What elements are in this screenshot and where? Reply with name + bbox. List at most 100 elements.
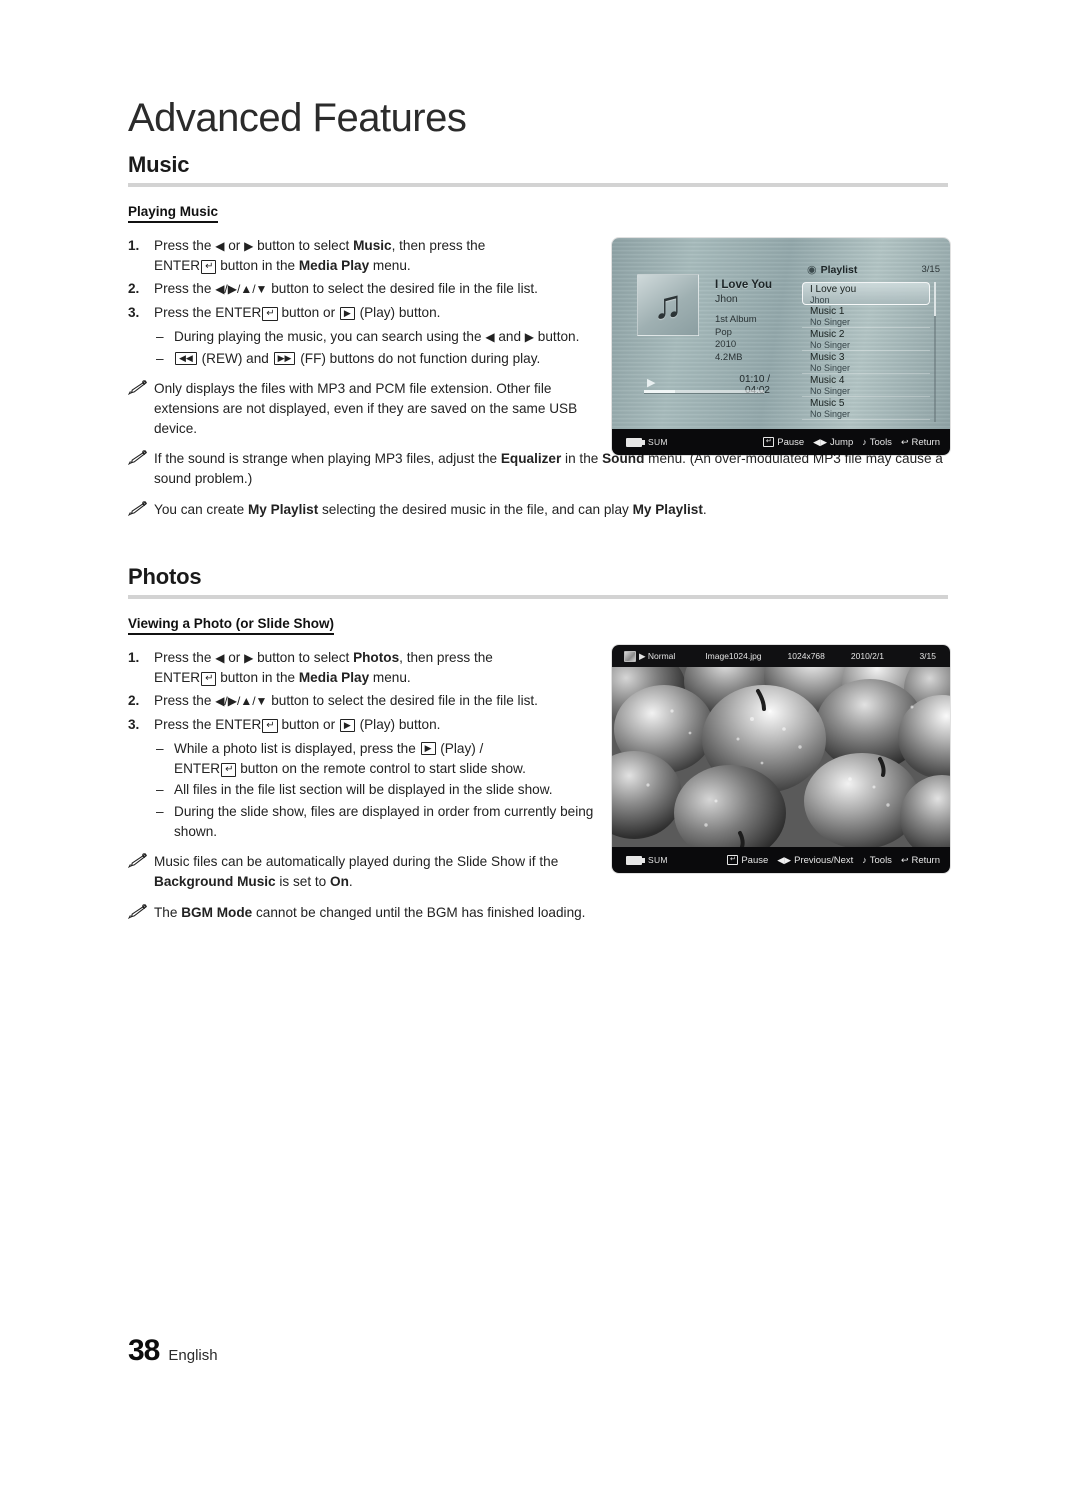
page-language: English	[168, 1347, 218, 1364]
playlist-header: ◉ Playlist 3/15	[807, 263, 942, 277]
list-item[interactable]: I Love you Jhon	[802, 282, 930, 305]
action-label: Return	[911, 854, 940, 866]
music-instructions: 1. Press the ◀ or ▶ button to select Mus…	[128, 236, 598, 438]
music-content: ♫ I Love You Jhon 1st Album Pop 2010 4.2…	[612, 238, 950, 429]
return-action[interactable]: ↩ Return	[901, 437, 940, 448]
track-album: 1st Album	[715, 314, 757, 325]
return-arrow-icon: ↩	[900, 436, 909, 447]
playlist-item-name: Music 3	[810, 352, 845, 363]
note-text: Music files can be automatically played …	[154, 854, 559, 890]
previous-next-action[interactable]: ◀▶ Previous/Next	[777, 855, 853, 866]
action-label: Tools	[869, 854, 892, 866]
pencil-icon	[128, 449, 154, 488]
list-text: During the slide show, files are display…	[174, 803, 594, 839]
dash-marker: –	[156, 328, 164, 344]
dash-marker: –	[156, 782, 164, 798]
list-item: – ◀◀ (REW) and ▶▶ (FF) buttons do not fu…	[156, 349, 598, 369]
note-item: The BGM Mode cannot be changed until the…	[128, 903, 598, 923]
album-art: ♫	[637, 274, 699, 336]
apples-graphic	[612, 667, 950, 847]
action-label: Pause	[741, 854, 769, 866]
photo-viewer-screenshot: ▶ Normal Image1024.jpg 1024x768 2010/2/1…	[612, 645, 950, 873]
enter-key-icon: ↵	[763, 437, 775, 447]
page-title: Advanced Features	[128, 96, 467, 140]
note-text: Only displays the files with MP3 and PCM…	[154, 381, 578, 436]
list-item[interactable]: Music 5 No Singer	[802, 397, 930, 420]
track-year: 2010	[715, 339, 737, 350]
pause-action[interactable]: ↵ Pause	[763, 437, 804, 448]
dash-marker: –	[156, 350, 164, 366]
left-arrow-icon: ◀	[485, 329, 495, 344]
action-label: Pause	[777, 436, 805, 448]
slideshow-mode[interactable]: ▶ Normal	[624, 650, 676, 662]
pause-action[interactable]: ↵ Pause	[727, 855, 768, 866]
photo-top-bar: ▶ Normal Image1024.jpg 1024x768 2010/2/1…	[612, 645, 950, 667]
list-item[interactable]: Music 4 No Singer	[802, 374, 930, 397]
progress-baseline	[644, 393, 764, 394]
playlist-item-singer: No Singer	[810, 386, 851, 396]
note-item: Music files can be automatically played …	[128, 852, 598, 891]
list-number: 2.	[128, 281, 140, 297]
list-item: 3. Press the ENTER ↵ button or ▶ (Play) b…	[128, 715, 598, 735]
note-item: If the sound is strange when playing MP3…	[128, 449, 948, 488]
return-action[interactable]: ↩ Return	[901, 855, 940, 866]
dpad-arrows-icon: ◀/▶/▲/▼	[215, 694, 268, 709]
list-text: Press the ◀/▶/▲/▼ button to select the d…	[154, 693, 538, 709]
slideshow-icon	[624, 650, 636, 662]
left-arrow-icon: ◀	[215, 239, 225, 253]
left-right-arrow-icon: ◀▶	[777, 854, 792, 865]
music-note-icon: ♫	[653, 283, 683, 327]
photo-date: 2010/2/1	[850, 651, 884, 661]
list-item: 3. Press the ENTER ↵ button or ▶ (Play) b…	[128, 303, 598, 323]
action-label: Jump	[830, 436, 854, 448]
list-text: Press the ◀ or ▶ button to select Music,…	[154, 238, 486, 274]
playlist-item-singer: No Singer	[810, 409, 851, 419]
tools-action[interactable]: ♪ Tools	[862, 437, 892, 448]
playlist-item-name: Music 4	[810, 375, 845, 386]
note-text: The BGM Mode cannot be changed until the…	[154, 904, 586, 920]
track-genre: Pop	[715, 326, 732, 338]
playlist-item-singer: No Singer	[810, 340, 851, 350]
action-label: Return	[911, 436, 940, 448]
action-label: Previous/Next	[794, 854, 854, 866]
photo-info-fields: Image1024.jpg 1024x768 2010/2/1	[705, 651, 884, 661]
usb-device-icon	[626, 437, 645, 447]
usb-device-icon	[626, 855, 645, 865]
list-item[interactable]: Music 1 No Singer	[802, 305, 930, 328]
list-item: – During the slide show, files are displ…	[156, 802, 598, 841]
track-title: I Love You	[715, 279, 773, 291]
list-item: 1. Press the ◀ or ▶ button to select Mus…	[128, 236, 598, 275]
playlist-item-name: Music 5	[810, 398, 845, 409]
playlist-scrollbar[interactable]	[934, 282, 936, 422]
source-label: SUM	[648, 437, 668, 447]
playlist-item-name: Music 2	[810, 329, 845, 340]
enter-key-icon: ↵	[262, 307, 278, 322]
list-number: 3.	[128, 717, 140, 733]
tools-icon: ♪	[862, 855, 867, 865]
music-wide-notes: If the sound is strange when playing MP3…	[128, 449, 948, 519]
list-item: 2. Press the ◀/▶/▲/▼ button to select th…	[128, 691, 598, 711]
right-arrow-icon: ▶	[524, 329, 535, 344]
fastforward-key-icon: ▶▶	[273, 352, 296, 366]
page-footer: 38 English	[128, 1334, 218, 1368]
list-item: – During playing the music, you can sear…	[156, 327, 598, 347]
list-number: 1.	[128, 238, 140, 253]
mode-label: ▶ Normal	[639, 650, 676, 661]
tools-action[interactable]: ♪ Tools	[862, 855, 892, 866]
list-item[interactable]: Music 2 No Singer	[802, 328, 930, 351]
list-item[interactable]: Music 3 No Singer	[802, 351, 930, 374]
photo-filename: Image1024.jpg	[705, 651, 762, 661]
list-number: 1.	[128, 650, 140, 665]
list-item: – All files in the file list section wil…	[156, 780, 598, 800]
subheading-playing-music: Playing Music	[128, 204, 219, 223]
playlist-icon: ◉	[807, 264, 817, 276]
scrollbar-thumb[interactable]	[934, 282, 936, 316]
jump-action[interactable]: ◀▶ Jump	[813, 437, 853, 448]
list-text: Press the ◀ or ▶ button to select Photos…	[154, 650, 493, 686]
page-number: 38	[128, 1334, 160, 1367]
photo-image-apples	[612, 667, 950, 847]
play-status-icon: ▶	[647, 377, 656, 389]
playlist-list[interactable]: I Love you Jhon Music 1 No Singer Music …	[802, 282, 930, 420]
list-item: 2. Press the ◀/▶/▲/▼ button to select th…	[128, 279, 598, 299]
return-arrow-icon: ↩	[900, 854, 909, 865]
